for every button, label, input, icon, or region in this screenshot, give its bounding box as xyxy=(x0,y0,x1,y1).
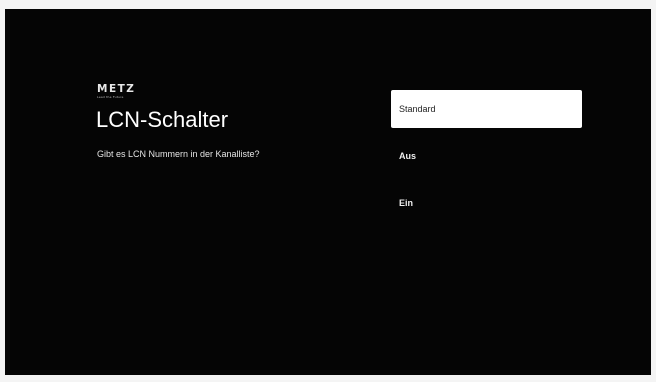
metz-logo: METZ Lead the Future xyxy=(97,83,136,100)
page-title: LCN-Schalter xyxy=(96,107,229,132)
page-subtitle: Gibt es LCN Nummern in der Kanalliste? xyxy=(97,149,260,159)
option-ein[interactable]: Ein xyxy=(391,184,582,222)
option-list: Standard Aus Ein xyxy=(391,90,582,231)
brand-name: METZ xyxy=(97,83,136,95)
brand-tagline: Lead the Future xyxy=(97,95,124,99)
option-label: Ein xyxy=(399,198,414,208)
option-standard[interactable]: Standard xyxy=(391,90,582,128)
option-label: Aus xyxy=(399,151,417,161)
option-aus[interactable]: Aus xyxy=(391,137,582,175)
option-label: Standard xyxy=(399,104,436,114)
tv-screen: METZ Lead the Future LCN-Schalter Gibt e… xyxy=(5,9,651,375)
